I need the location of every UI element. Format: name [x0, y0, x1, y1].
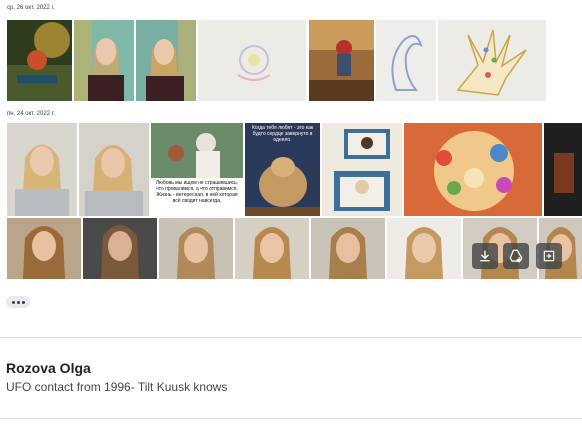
date-header-2: пн, 24 окт. 2022 г.: [7, 111, 55, 117]
photo-attachment-hand-drawing[interactable]: [438, 20, 546, 101]
photo-attachment-webcam-6[interactable]: [387, 218, 461, 279]
message-snippet[interactable]: UFO contact from 1996- Tilt Kuusk knows: [6, 380, 227, 394]
add-to-photos-button[interactable]: [536, 243, 562, 269]
quote-text: Любовь мы ищем не страшившись, что прова…: [155, 180, 239, 204]
photo-attachment-webcam-3[interactable]: [159, 218, 233, 279]
photo-attachment-portrait-2[interactable]: [136, 20, 196, 101]
photo-attachment-portrait-1[interactable]: [74, 20, 134, 101]
photo-attachment-quote-card[interactable]: Любовь мы ищем не страшившись, что прова…: [151, 123, 243, 216]
photo-attachment-webcam-4[interactable]: [235, 218, 309, 279]
photo-attachment-dark-partial[interactable]: [544, 123, 582, 216]
show-trimmed-content-button[interactable]: [6, 296, 30, 308]
date-header-1: ср, 26 окт. 2022 г.: [7, 5, 55, 11]
download-icon: [480, 250, 490, 262]
photo-attachment-window-illustration[interactable]: [322, 123, 402, 216]
photo-attachment-autumn-painting[interactable]: [309, 20, 374, 101]
cat-meme-text: Когда тебя любят - это как будто сердце …: [251, 125, 314, 143]
photo-attachment-tea-party-illustration[interactable]: [404, 123, 542, 216]
ellipsis-icon: [11, 300, 15, 304]
photo-attachment-swan-sketch[interactable]: [376, 20, 436, 101]
divider: [0, 337, 582, 338]
download-button[interactable]: [472, 243, 498, 269]
ellipsis-icon: [16, 300, 20, 304]
photo-attachment-pencil-sketch[interactable]: [198, 20, 306, 101]
photo-attachment-webcam-1[interactable]: [7, 218, 81, 279]
photo-attachment-selfie-1[interactable]: [7, 123, 77, 216]
add-to-photos-icon: [543, 250, 555, 262]
ellipsis-icon: [21, 300, 25, 304]
sender-name[interactable]: Rozova Olga: [6, 360, 91, 376]
photo-attachment-fantasy-painting[interactable]: [7, 20, 72, 101]
photo-attachment-selfie-2[interactable]: [79, 123, 149, 216]
add-to-drive-button[interactable]: [503, 243, 529, 269]
photo-attachment-cat-meme[interactable]: Когда тебя любят - это как будто сердце …: [245, 123, 320, 216]
divider: [0, 418, 582, 419]
photo-attachment-webcam-5[interactable]: [311, 218, 385, 279]
add-to-drive-icon: [509, 249, 523, 263]
photo-attachment-webcam-2[interactable]: [83, 218, 157, 279]
